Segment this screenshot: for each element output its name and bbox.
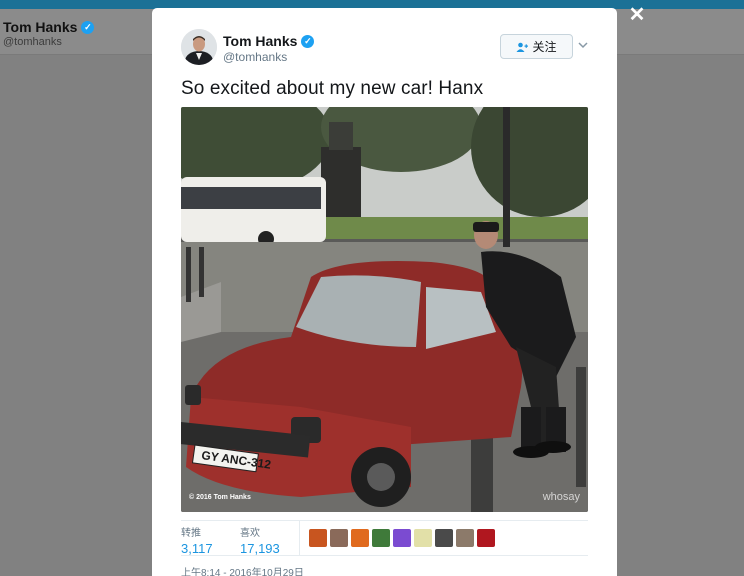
liker-avatar[interactable] <box>435 529 453 547</box>
retweets-value: 3,117 <box>181 541 213 556</box>
chevron-down-glyph <box>578 42 588 49</box>
likes-stat[interactable]: 喜欢 17,193 <box>240 524 280 556</box>
car-photo-image: GY ANC-312 <box>181 107 588 512</box>
likes-value: 17,193 <box>240 541 280 556</box>
stats-divider <box>299 521 300 555</box>
tweet-photo[interactable]: GY ANC-312 © 2016 Tom Hanks whosay <box>181 107 588 512</box>
close-modal-button[interactable]: ✕ <box>626 4 648 26</box>
liker-avatar[interactable] <box>393 529 411 547</box>
likes-label: 喜欢 <box>240 528 260 539</box>
author-handle[interactable]: @tomhanks <box>223 50 287 64</box>
add-user-icon <box>516 42 529 52</box>
tweet-text: So excited about my new car! Hanx <box>181 78 484 99</box>
liker-avatar[interactable] <box>351 529 369 547</box>
liker-avatar[interactable] <box>372 529 390 547</box>
follow-button[interactable]: 关注 <box>500 34 573 59</box>
photo-watermark: whosay <box>542 491 580 503</box>
background-profile-handle: @tomhanks <box>3 36 62 48</box>
background-profile-name: Tom Hanks ✓ <box>3 19 95 35</box>
liker-avatar[interactable] <box>456 529 474 547</box>
tweet-stats: 转推 3,117 喜欢 17,193 <box>181 520 588 556</box>
liker-avatar[interactable] <box>309 529 327 547</box>
verified-badge-icon: ✓ <box>81 20 95 34</box>
follow-button-label: 关注 <box>532 40 557 54</box>
chevron-down-icon[interactable] <box>577 39 589 51</box>
liker-avatars <box>309 529 495 547</box>
liker-avatar[interactable] <box>330 529 348 547</box>
author-avatar[interactable] <box>181 29 217 65</box>
retweets-stat[interactable]: 转推 3,117 <box>181 524 213 556</box>
author-name[interactable]: Tom Hanks ✓ <box>223 33 315 49</box>
verified-badge-icon: ✓ <box>301 34 315 48</box>
liker-avatar[interactable] <box>414 529 432 547</box>
tweet-modal: Tom Hanks ✓ @tomhanks 关注 So excited abou… <box>152 8 617 576</box>
retweets-label: 转推 <box>181 528 201 539</box>
photo-credit: © 2016 Tom Hanks <box>189 494 251 501</box>
avatar-image <box>181 29 217 65</box>
liker-avatar[interactable] <box>477 529 495 547</box>
tweet-timestamp[interactable]: 上午8:14 - 2016年10月29日 <box>181 564 304 576</box>
